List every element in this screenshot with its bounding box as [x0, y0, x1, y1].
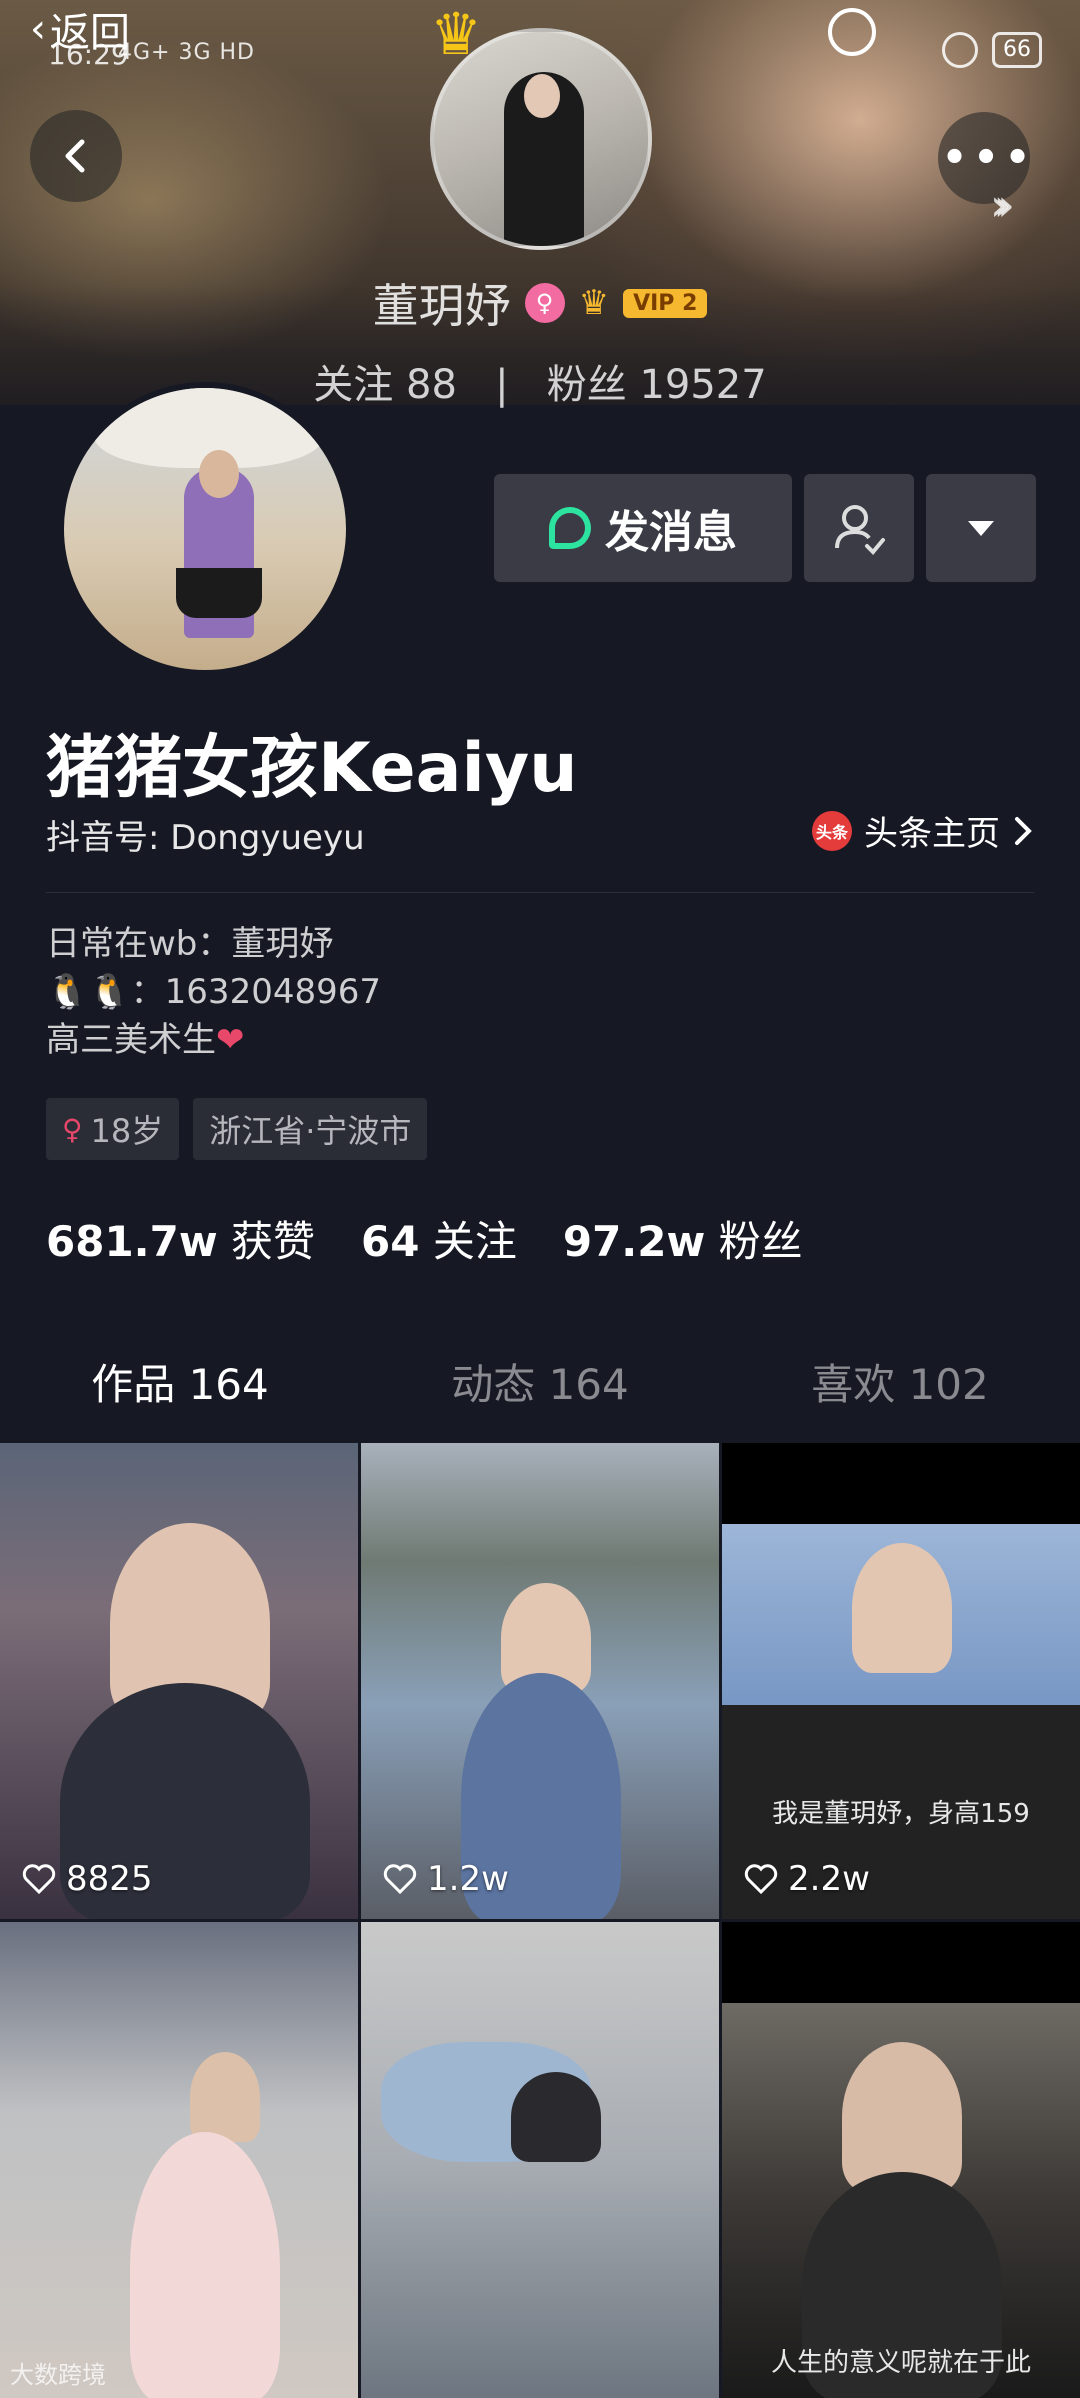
- tab-works[interactable]: 作品 164: [0, 1355, 360, 1461]
- video-caption: 人生的意义呢就在于此: [770, 2348, 1031, 2378]
- banner-name: 董玥妤: [372, 279, 511, 333]
- search-icon[interactable]: [828, 8, 876, 56]
- triangle-down-icon: [968, 520, 994, 536]
- tab-likes[interactable]: 喜欢 102: [720, 1355, 1080, 1441]
- video-thumbnail[interactable]: 8825: [0, 1443, 358, 1919]
- profile-stats: 681.7w 获赞 64 关注 97.2w 粉丝: [46, 1208, 803, 1269]
- female-icon: ♀: [524, 283, 565, 323]
- watermark: 大数跨境: [10, 2361, 106, 2389]
- toutiao-label: 头条主页: [864, 814, 1000, 854]
- crown-icon: ♛: [430, 0, 482, 68]
- user-check-icon: [835, 505, 885, 555]
- more-button[interactable]: • • •: [938, 112, 1030, 204]
- profile-tabs: 作品 164 动态 164 喜欢 102: [0, 1355, 1080, 1461]
- tab-posts[interactable]: 动态 164: [360, 1355, 720, 1441]
- chevron-left-icon: [65, 139, 85, 173]
- back-button[interactable]: [30, 110, 122, 202]
- age-tag-label: 18岁: [90, 1112, 164, 1150]
- banner-following-label: 关注: [313, 362, 394, 408]
- chat-bubble-icon: [549, 507, 591, 549]
- likes-stat: 681.7w 获赞: [46, 1217, 316, 1266]
- vip-badge: VIP 2: [623, 288, 708, 318]
- profile-avatar[interactable]: [58, 382, 352, 676]
- heart-emoji-icon: ❤: [216, 1020, 245, 1060]
- double-chevron-icon: ›››: [990, 180, 1015, 231]
- video-thumbnail[interactable]: [361, 1922, 719, 2398]
- banner-name-row: 董玥妤 ♀ ♛ VIP 2: [0, 270, 1080, 336]
- action-row: 发消息: [494, 474, 1036, 582]
- signal-indicator: 4G+ 3G HD: [118, 40, 255, 65]
- video-grid: 8825 1.2w 我是董玥妤，身高159 2.2w 大数跨境 人生的意义呢就在…: [0, 1443, 1080, 2398]
- recommend-dropdown-button[interactable]: [926, 474, 1036, 582]
- location-tag-label: 浙江省·宁波市: [209, 1112, 412, 1150]
- alarm-icon: [942, 32, 978, 68]
- bio: 日常在wb：董玥妤 🐧🐧：1632048967 高三美术生❤: [46, 920, 381, 1064]
- age-tag: ♀ 18岁: [46, 1098, 180, 1160]
- like-count-value: 2.2w: [788, 1859, 870, 1899]
- like-count-value: 8825: [66, 1859, 153, 1899]
- like-count: 8825: [22, 1859, 153, 1899]
- overlay-back-label: 返回: [50, 10, 130, 56]
- like-count: 1.2w: [383, 1859, 509, 1899]
- send-message-label: 发消息: [605, 507, 737, 558]
- following-stat[interactable]: 64 关注: [361, 1208, 517, 1269]
- more-icon: • • •: [941, 135, 1031, 181]
- video-thumbnail[interactable]: 人生的意义呢就在于此: [722, 1922, 1080, 2398]
- like-count-value: 1.2w: [427, 1859, 509, 1899]
- location-tag: 浙江省·宁波市: [193, 1098, 428, 1160]
- female-icon: ♀: [62, 1112, 83, 1146]
- vip-crown-icon: ♛: [578, 283, 610, 323]
- fans-stat[interactable]: 97.2w 粉丝: [563, 1208, 803, 1269]
- divider: [46, 892, 1034, 893]
- heart-outline-icon: [22, 1864, 56, 1895]
- banner-fans-count: 19527: [639, 362, 767, 408]
- douyin-id: 抖音号: Dongyueyu: [46, 818, 365, 858]
- video-caption: 我是董玥妤，身高159: [772, 1799, 1030, 1829]
- like-count: 2.2w: [744, 1859, 870, 1899]
- send-message-button[interactable]: 发消息: [494, 474, 792, 582]
- tags: ♀ 18岁 浙江省·宁波市: [46, 1098, 428, 1160]
- banner-following-count: 88: [406, 362, 457, 408]
- chevron-left-icon: ‹: [30, 6, 46, 52]
- video-thumbnail[interactable]: 1.2w: [361, 1443, 719, 1919]
- banner-separator: |: [495, 362, 509, 408]
- chevron-right-icon: [1015, 816, 1032, 845]
- banner-fans-label: 粉丝: [546, 362, 627, 408]
- battery-icon: 66: [992, 32, 1042, 68]
- video-thumbnail[interactable]: 大数跨境: [0, 1922, 358, 2398]
- nickname: 猪猪女孩Keaiyu: [46, 729, 578, 808]
- heart-outline-icon: [383, 1864, 417, 1895]
- overlay-back-button[interactable]: ‹ 返回: [30, 0, 130, 58]
- video-thumbnail[interactable]: 我是董玥妤，身高159 2.2w: [722, 1443, 1080, 1919]
- bio-line: 高三美术生: [46, 1020, 216, 1060]
- bio-line: 日常在wb：董玥妤: [46, 924, 334, 964]
- toutiao-homepage-link[interactable]: 头条 头条主页: [812, 806, 1034, 855]
- status-bar: 16:29 4G+ 3G HD 66: [0, 0, 1080, 71]
- bio-line-row: 高三美术生❤: [46, 1016, 381, 1064]
- heart-outline-icon: [744, 1864, 778, 1895]
- bio-line: 🐧🐧：1632048967: [46, 972, 381, 1012]
- status-icons: 66: [942, 32, 1042, 68]
- toutiao-icon: 头条: [812, 810, 852, 851]
- followed-user-button[interactable]: [804, 474, 914, 582]
